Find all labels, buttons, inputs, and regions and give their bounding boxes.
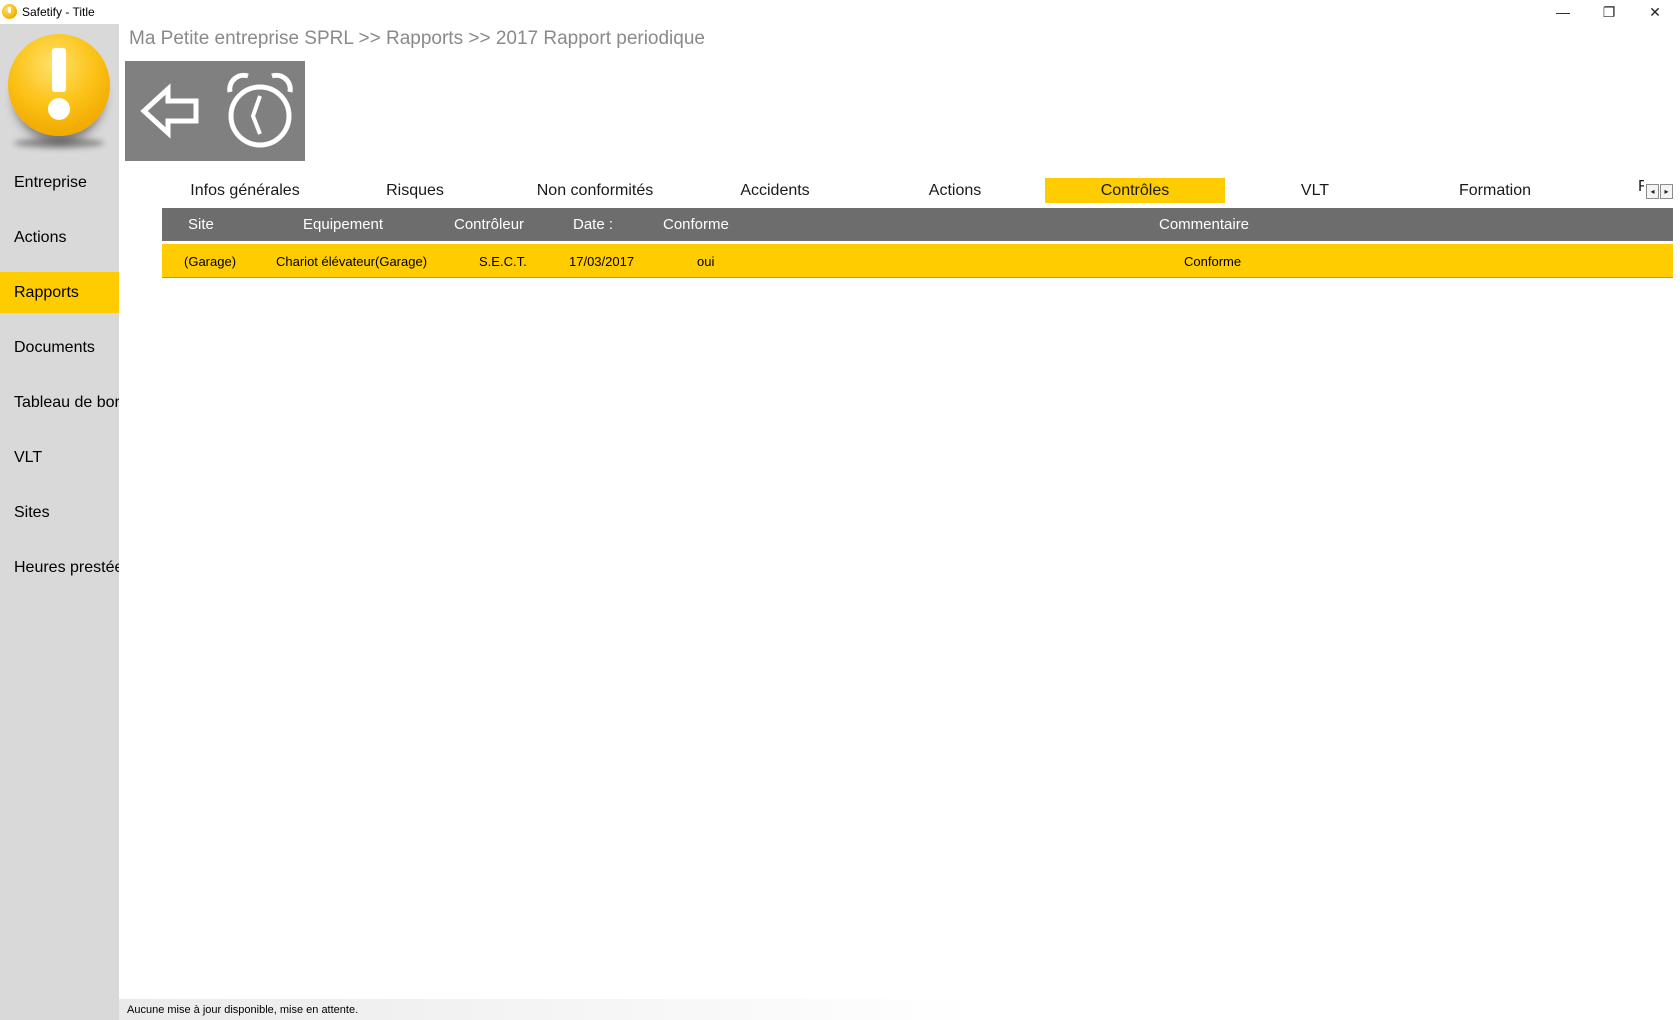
cell-date: 17/03/2017: [569, 253, 635, 269]
toolbar: [125, 61, 305, 161]
column-header-commentaire[interactable]: Commentaire: [1159, 208, 1249, 241]
column-header-site[interactable]: Site: [188, 208, 214, 241]
tab-risques[interactable]: Risques: [325, 178, 505, 203]
cell-commentaire: Conforme: [1184, 253, 1242, 269]
column-header-equipement[interactable]: Equipement: [303, 208, 383, 241]
cell-equipement: Chariot élévateur(Garage): [276, 253, 428, 269]
sidebar-item-rapports[interactable]: Rapports: [0, 272, 119, 313]
maximize-button[interactable]: ❐: [1586, 0, 1632, 24]
tab-formation[interactable]: Formation: [1405, 178, 1585, 203]
tab-overflow-partial[interactable]: F: [1638, 178, 1644, 203]
logo-shadow: [14, 138, 104, 148]
alarm-clock-button[interactable]: [215, 61, 305, 161]
sidebar-item-vlt[interactable]: VLT: [0, 437, 119, 478]
column-header-date[interactable]: Date :: [573, 208, 613, 241]
tab-controles[interactable]: Contrôles: [1045, 178, 1225, 203]
column-header-controleur[interactable]: Contrôleur: [454, 208, 524, 241]
sidebar-item-entreprise[interactable]: Entreprise: [0, 162, 119, 203]
sidebar-item-sites[interactable]: Sites: [0, 492, 119, 533]
sidebar-item-actions[interactable]: Actions: [0, 217, 119, 258]
breadcrumb: Ma Petite entreprise SPRL >> Rapports >>…: [129, 28, 705, 49]
tab-infos-generales[interactable]: Infos générales: [155, 178, 335, 203]
tab-scroll-left-button[interactable]: ◂: [1646, 184, 1659, 199]
sidebar-item-heures-prestees[interactable]: Heures prestées: [0, 547, 119, 588]
tab-accidents[interactable]: Accidents: [685, 178, 865, 203]
tab-scroll-right-button[interactable]: ▸: [1660, 184, 1673, 199]
tab-actions[interactable]: Actions: [865, 178, 1045, 203]
cell-conforme: oui: [697, 253, 715, 269]
cell-controleur: S.E.C.T.: [479, 253, 527, 269]
app-icon: [2, 4, 17, 19]
sidebar: Entreprise Actions Rapports Documents Ta…: [0, 24, 119, 1020]
tab-vlt[interactable]: VLT: [1225, 178, 1405, 203]
exclamation-logo-icon: [8, 34, 110, 136]
status-bar: Aucune mise à jour disponible, mise en a…: [119, 999, 1680, 1020]
title-bar: Safetify - Title — ❐ ✕: [0, 0, 1680, 24]
back-button[interactable]: [125, 61, 215, 161]
alarm-clock-icon: [227, 72, 293, 148]
cell-site: (Garage): [184, 253, 237, 269]
back-arrow-icon: [140, 83, 199, 139]
tab-non-conformites[interactable]: Non conformités: [505, 178, 685, 203]
table-row[interactable]: (Garage) Chariot élévateur(Garage) S.E.C…: [162, 244, 1673, 278]
column-header-conforme[interactable]: Conforme: [663, 208, 729, 241]
close-button[interactable]: ✕: [1632, 0, 1678, 24]
minimize-button[interactable]: —: [1540, 0, 1586, 24]
grid-header: Site Equipement Contrôleur Date : Confor…: [162, 208, 1673, 241]
window-title: Safetify - Title: [22, 5, 95, 19]
sidebar-item-documents[interactable]: Documents: [0, 327, 119, 368]
sidebar-item-tableau-de-bord[interactable]: Tableau de bord: [0, 382, 119, 423]
status-text: Aucune mise à jour disponible, mise en a…: [127, 1003, 359, 1016]
tab-bar: Infos générales Risques Non conformités …: [162, 176, 1652, 203]
